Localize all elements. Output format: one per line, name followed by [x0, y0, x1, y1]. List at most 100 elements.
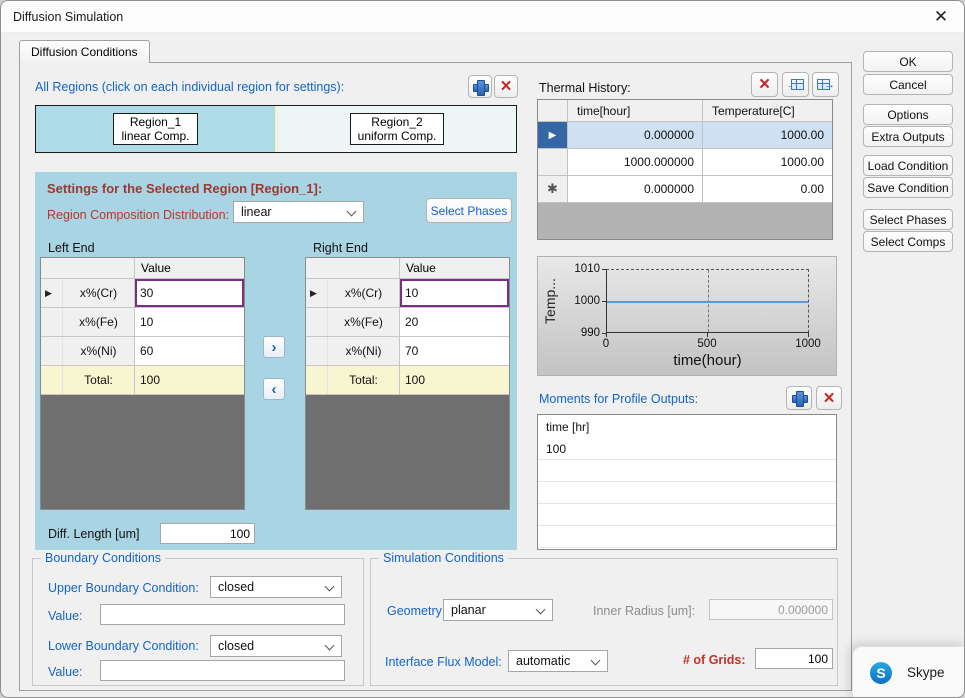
geometry-value: planar — [451, 603, 486, 617]
row-gutter — [41, 308, 63, 336]
chart-plot-area — [606, 269, 809, 333]
geometry-combo[interactable]: planar — [443, 599, 553, 621]
close-icon: ✕ — [933, 7, 949, 26]
total-label: Total: — [328, 366, 400, 394]
thermal-export-button[interactable]: → — [812, 72, 839, 97]
row-label: x%(Fe) — [328, 308, 400, 336]
interface-flux-combo[interactable]: automatic — [508, 650, 608, 672]
time-cell[interactable]: 0.000000 — [568, 176, 703, 202]
chevron-down-icon — [348, 208, 356, 216]
thermal-import-button[interactable]: → — [782, 72, 809, 97]
total-label: Total: — [63, 366, 135, 394]
row-value-cell[interactable]: 30 — [135, 279, 244, 307]
delete-moment-button[interactable]: × — [816, 386, 842, 410]
skype-label: Skype — [907, 665, 945, 680]
selected-row-arrow-icon: ▶ — [538, 122, 568, 148]
table-row: x%(Fe) 20 — [306, 308, 509, 337]
lower-boundary-combo[interactable]: closed — [210, 635, 342, 657]
list-separator — [538, 503, 836, 504]
row-value-cell[interactable]: 60 — [135, 337, 244, 365]
import-table-icon — [791, 79, 804, 90]
table-row: x%(Ni) 70 — [306, 337, 509, 366]
row-gutter — [306, 366, 328, 394]
copy-left-button[interactable]: ‹ — [263, 378, 285, 400]
thermal-header: time[hour] Temperature[C] — [538, 100, 832, 122]
load-condition-button[interactable]: Load Condition — [863, 155, 953, 176]
copy-right-button[interactable]: › — [263, 336, 285, 358]
boundary-conditions-group: Boundary Conditions Upper Boundary Condi… — [32, 551, 364, 686]
moments-header: time [hr] — [546, 420, 590, 434]
moments-list: time [hr] 100 — [537, 414, 837, 550]
select-phases-button[interactable]: Select Phases — [426, 198, 512, 223]
options-button[interactable]: Options — [863, 104, 953, 125]
row-value-cell[interactable]: 20 — [400, 308, 509, 336]
ok-button[interactable]: OK — [863, 51, 953, 72]
row-gutter — [538, 149, 568, 175]
row-gutter — [306, 337, 328, 365]
header-blank — [306, 258, 400, 278]
row-value-cell[interactable]: 70 — [400, 337, 509, 365]
delete-icon: × — [823, 387, 835, 409]
list-separator — [538, 459, 836, 460]
time-cell[interactable]: 0.000000 — [568, 122, 703, 148]
settings-panel: Settings for the Selected Region [Region… — [35, 172, 517, 550]
tick — [606, 333, 607, 337]
right-end-table: Value ▶ x%(Cr) 10 x%(Fe) 20 x%(Ni) 70 To… — [305, 257, 510, 510]
delete-region-button[interactable]: × — [494, 75, 518, 98]
chevron-right-icon: › — [271, 338, 277, 356]
temp-cell[interactable]: 1000.00 — [703, 149, 832, 175]
inner-radius-label: Inner Radius [um]: — [593, 604, 696, 618]
tab-label: Diffusion Conditions — [31, 45, 138, 59]
row-gutter — [41, 337, 63, 365]
add-region-button[interactable] — [468, 75, 492, 98]
save-condition-button[interactable]: Save Condition — [863, 177, 953, 198]
region-1-area[interactable]: Region_1 linear Comp. — [36, 106, 275, 152]
lower-value-input[interactable] — [100, 660, 345, 681]
chart-y-axis-label: Temp... — [542, 278, 558, 324]
plus-icon — [792, 391, 808, 407]
row-label: x%(Ni) — [328, 337, 400, 365]
moment-value[interactable]: 100 — [546, 442, 566, 456]
close-button[interactable]: ✕ — [918, 1, 964, 33]
upper-boundary-combo[interactable]: closed — [210, 576, 342, 598]
select-phases-action-button[interactable]: Select Phases — [863, 209, 953, 230]
add-moment-button[interactable] — [786, 386, 812, 410]
region-1-box[interactable]: Region_1 linear Comp. — [113, 112, 198, 146]
geometry-label: Geometry: — [387, 604, 446, 618]
interface-flux-label: Interface Flux Model: — [385, 655, 502, 669]
region-2-box[interactable]: Region_2 uniform Comp. — [349, 112, 445, 146]
upper-value-label: Value: — [48, 609, 83, 623]
extra-outputs-button[interactable]: Extra Outputs — [863, 126, 953, 147]
row-value-cell[interactable]: 10 — [135, 308, 244, 336]
thermal-delete-button[interactable]: × — [751, 72, 778, 97]
row-label: x%(Cr) — [63, 279, 135, 307]
list-separator — [538, 481, 836, 482]
distribution-combo[interactable]: linear — [233, 201, 364, 223]
skype-flyout[interactable]: S Skype — [852, 646, 964, 697]
lower-boundary-value: closed — [218, 639, 255, 653]
skype-icon: S — [870, 662, 892, 684]
settings-title: Settings for the Selected Region [Region… — [47, 181, 323, 196]
select-comps-button[interactable]: Select Comps — [863, 231, 953, 252]
grids-input[interactable] — [755, 648, 833, 669]
col-time-header: time[hour] — [568, 100, 703, 121]
simulation-conditions-group: Simulation Conditions Geometry: planar I… — [370, 551, 838, 686]
x-tick-1000: 1000 — [795, 338, 821, 350]
grids-label: # of Grids: — [683, 653, 746, 667]
temp-cell[interactable]: 1000.00 — [703, 122, 832, 148]
y-tick-1010: 1010 — [574, 263, 600, 275]
diffusion-simulation-dialog: Diffusion Simulation ✕ Diffusion Conditi… — [0, 0, 965, 698]
row-value-cell[interactable]: 10 — [400, 279, 509, 307]
row-gutter — [306, 308, 328, 336]
time-cell[interactable]: 1000.000000 — [568, 149, 703, 175]
cancel-button[interactable]: Cancel — [863, 74, 953, 95]
chevron-down-icon — [592, 657, 600, 665]
diff-length-input[interactable] — [160, 523, 255, 544]
region-2-area[interactable]: Region_2 uniform Comp. — [275, 106, 516, 152]
chart-x-axis-label: time(hour) — [673, 352, 742, 369]
temp-cell[interactable]: 0.00 — [703, 176, 832, 202]
total-row: Total: 100 — [41, 366, 244, 395]
region-1-comp: linear Comp. — [121, 129, 190, 143]
upper-value-input[interactable] — [100, 604, 345, 625]
tab-diffusion-conditions[interactable]: Diffusion Conditions — [19, 40, 150, 63]
